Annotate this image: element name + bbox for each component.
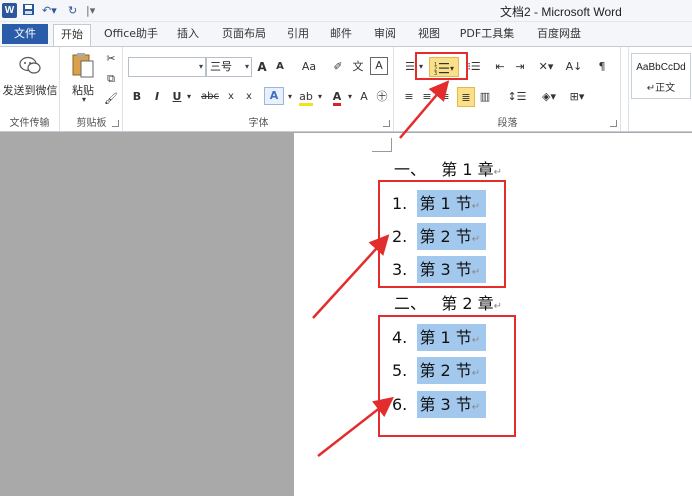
align-right-icon[interactable]: ≡ <box>437 87 453 107</box>
style-name-label: ↵正文 <box>646 83 676 94</box>
chapter-title: 第 1 章 <box>441 160 494 179</box>
highlight-pen-icon[interactable]: ab <box>296 87 316 107</box>
clear-format-icon[interactable]: ✐ <box>330 57 346 77</box>
chapter-title: 第 2 章 <box>441 294 494 313</box>
cut-icon[interactable]: ✂ <box>103 49 119 69</box>
change-case-button[interactable]: Aa <box>296 57 322 77</box>
tab-insert[interactable]: 插入 <box>168 24 208 46</box>
tab-file[interactable]: 文件 <box>2 24 48 44</box>
text-effects-button[interactable]: A <box>264 87 284 105</box>
ribbon-tab-row: 文件 开始 Office助手 插入 页面布局 引用 邮件 审阅 视图 PDF工具… <box>0 22 692 46</box>
wechat-icon[interactable] <box>18 55 42 80</box>
line-spacing-icon[interactable]: ↕☰ <box>505 87 529 107</box>
style-preview-text: AaBbCcDd <box>636 62 686 73</box>
word-app-icon[interactable]: W <box>2 3 17 18</box>
copy-icon[interactable]: ⧉ <box>103 69 119 89</box>
decrease-indent-icon[interactable]: ⇤ <box>491 57 509 77</box>
annotation-box-list-1 <box>378 180 506 288</box>
tab-home[interactable]: 开始 <box>53 24 91 46</box>
window-title: 文档2 - Microsoft Word <box>500 5 622 19</box>
font-launcher-icon[interactable] <box>383 120 390 127</box>
font-color-button[interactable]: A <box>328 87 346 107</box>
group-label-paragraph: 段落 <box>497 118 518 129</box>
subscript-button[interactable]: x <box>224 87 238 107</box>
send-to-wechat-label[interactable]: 发送到微信 <box>0 82 60 98</box>
font-size-value: 三号 <box>210 60 232 73</box>
sort-icon[interactable]: A↓ <box>565 57 583 77</box>
group-label-font: 字体 <box>248 118 269 129</box>
borders-icon[interactable]: ⊞▾ <box>565 87 589 107</box>
paragraph-mark: ↵ <box>493 301 503 312</box>
margin-corner-mark <box>372 138 392 152</box>
group-clipboard: 粘贴 ▾ ✂ ⧉ 🖌 剪贴板 <box>61 47 123 131</box>
tab-references[interactable]: 引用 <box>279 24 317 46</box>
chapter-heading[interactable]: 二、 第 2 章↵ <box>394 292 502 316</box>
paste-icon[interactable] <box>71 51 95 82</box>
group-font: ▾ 三号 ▾ A A Aa ✐ 文 A B I U ▾ abc x x A ▾ a… <box>124 47 394 131</box>
align-left-icon[interactable]: ≡ <box>401 87 417 107</box>
group-label-file-transfer: 文件传输 <box>9 118 50 129</box>
bold-button[interactable]: B <box>130 87 144 107</box>
paste-dropdown-icon[interactable]: ▾ <box>74 95 94 104</box>
show-marks-icon[interactable]: ¶ <box>593 57 611 77</box>
superscript-button[interactable]: x <box>242 87 256 107</box>
redo-icon[interactable]: ↻ <box>68 3 77 19</box>
group-file-transfer: 发送到微信 文件传输 <box>0 47 60 131</box>
annotation-box-list-2 <box>378 315 516 437</box>
tab-pdf-tools[interactable]: PDF工具集 <box>452 24 522 46</box>
format-painter-icon[interactable]: 🖌 <box>103 89 119 109</box>
shading-icon[interactable]: ◈▾ <box>537 87 561 107</box>
style-normal-tile[interactable]: AaBbCcDd ↵正文 <box>631 53 691 99</box>
chapter-prefix: 一、 <box>394 160 427 179</box>
annotation-box-numbering <box>415 52 468 80</box>
italic-button[interactable]: I <box>150 87 164 107</box>
chevron-down-icon: ▾ <box>198 62 203 71</box>
tab-page-layout[interactable]: 页面布局 <box>214 24 274 46</box>
customize-icon[interactable]: |▾ <box>86 3 95 19</box>
underline-button[interactable]: U <box>170 87 184 107</box>
font-size-combo[interactable]: 三号 ▾ <box>206 57 252 77</box>
increase-indent-icon[interactable]: ⇥ <box>511 57 529 77</box>
tab-mailings[interactable]: 邮件 <box>322 24 360 46</box>
undo-icon[interactable]: ↶▾ <box>42 3 57 19</box>
chevron-down-icon: ▾ <box>244 62 249 71</box>
distributed-icon[interactable]: ▥ <box>477 87 493 107</box>
chevron-down-icon[interactable]: ▾ <box>346 87 354 107</box>
tab-baidu-netdisk[interactable]: 百度网盘 <box>528 24 590 46</box>
char-border-icon[interactable]: A <box>370 57 388 75</box>
tab-view[interactable]: 视图 <box>410 24 448 46</box>
chapter-heading[interactable]: 一、 第 1 章↵ <box>394 158 502 182</box>
tab-review[interactable]: 审阅 <box>366 24 404 46</box>
ribbon: 发送到微信 文件传输 粘贴 ▾ ✂ ⧉ 🖌 剪贴板 ▾ 三号 ▾ A A Aa ✐… <box>0 46 692 132</box>
chevron-down-icon[interactable]: ▾ <box>184 87 194 107</box>
chevron-down-icon[interactable]: ▾ <box>316 87 324 107</box>
paragraph-mark: ↵ <box>493 167 503 178</box>
justify-icon[interactable]: ≣ <box>457 87 475 107</box>
enclose-char-icon[interactable]: ㊉ <box>374 87 390 107</box>
save-icon[interactable] <box>22 3 35 19</box>
align-center-icon[interactable]: ≡ <box>419 87 435 107</box>
chinese-layout-icon[interactable]: ✕▾ <box>535 57 557 77</box>
strikethrough-button[interactable]: abc <box>198 87 222 107</box>
clipboard-launcher-icon[interactable] <box>112 120 119 127</box>
grow-font-button[interactable]: A <box>254 57 270 77</box>
group-styles: AaBbCcDd ↵正文 <box>628 47 692 131</box>
shrink-font-button[interactable]: A <box>272 57 288 77</box>
font-name-combo[interactable]: ▾ <box>128 57 206 77</box>
char-shading-icon[interactable]: A <box>356 87 372 107</box>
paragraph-launcher-icon[interactable] <box>610 120 617 127</box>
phonetic-guide-icon[interactable]: 文 <box>350 57 366 77</box>
font-color-glyph: A <box>332 90 342 106</box>
tab-office-assistant[interactable]: Office助手 <box>96 24 166 46</box>
chapter-prefix: 二、 <box>394 294 427 313</box>
chevron-down-icon[interactable]: ▾ <box>286 87 294 107</box>
title-bar: W ↶▾ ↻ |▾ 文档2 - Microsoft Word <box>0 0 692 22</box>
